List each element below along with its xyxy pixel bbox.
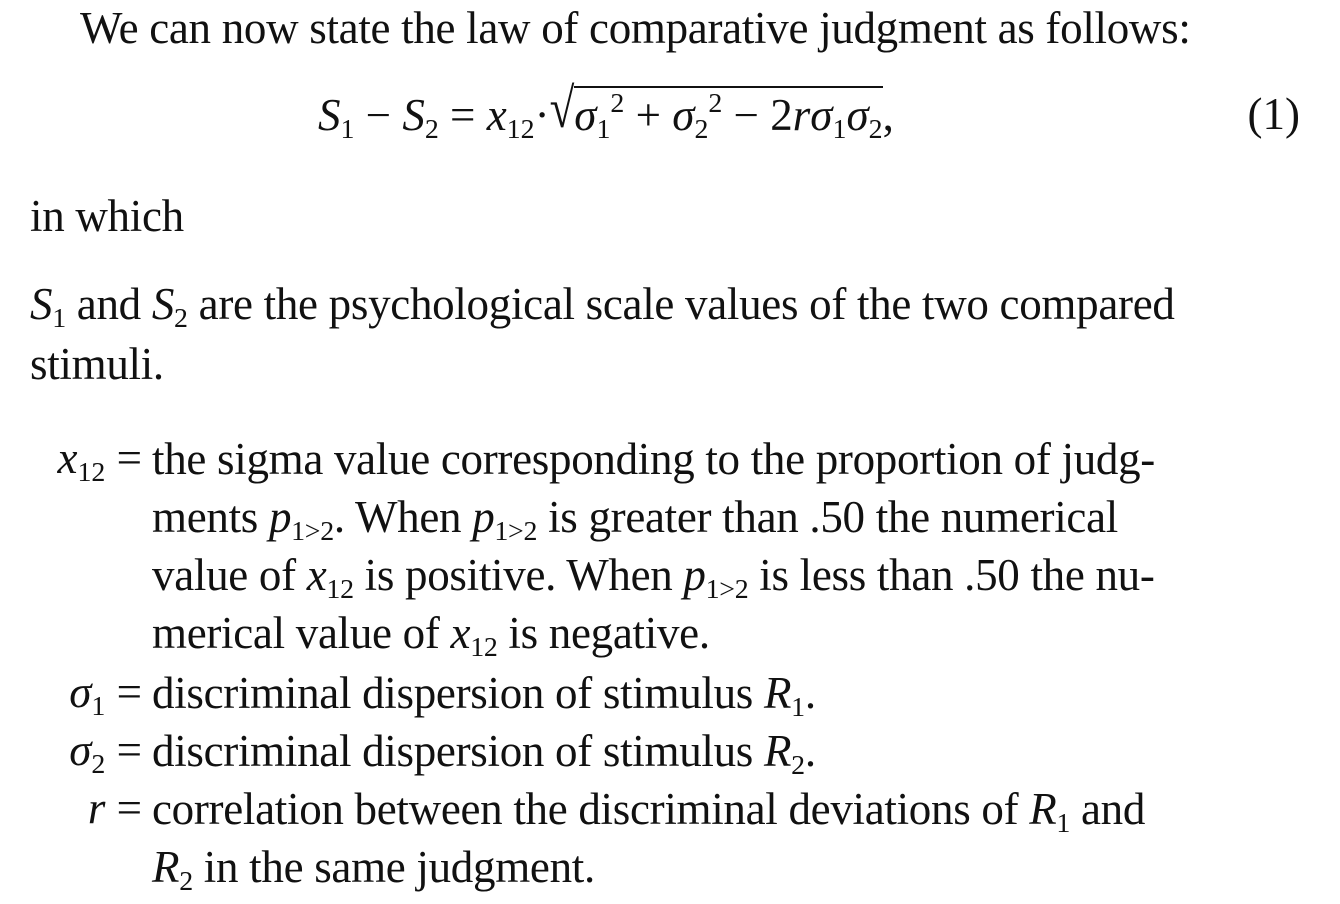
scale-values-line-2: stimuli. [30,336,164,392]
page: We can now state the law of comparative … [0,0,1340,904]
r-line-1: correlation between the discriminal devi… [152,784,1146,839]
definition-term-x12: x12 = [57,433,142,488]
intro-sentence: We can now state the law of comparative … [80,0,1191,56]
x12-line-1: the sigma value corresponding to the pro… [152,434,1155,484]
r-line-2: R2 in the same judgment. [152,842,595,897]
x12-line-2: ments p1>2. When p1>2 is greater than .5… [152,492,1118,547]
scale-values-line-1: S1 and S2 are the psychological scale va… [30,279,1175,334]
equation-radicand: σ12 + σ22 − 2rσ1σ2 [574,86,883,145]
intro-text: We can now state the law of comparative … [80,3,1191,53]
scale-values-text: are the psychological scale values of th… [187,279,1175,329]
equation-expression: S1 − S2 = x12·√σ12 + σ22 − 2rσ1σ2, [318,77,894,145]
square-root-icon: √ [549,76,575,140]
definition-text-r: correlation between the discriminal devi… [152,780,1332,896]
definition-text-sigma1: discriminal dispersion of stimulus R1. [152,668,816,723]
x12-line-4: merical value of x12 is negative. [152,608,710,663]
definition-text-sigma2: discriminal dispersion of stimulus R2. [152,726,816,781]
definition-term-sigma1: σ1 = [69,667,142,722]
in-which-text: in which [30,191,184,241]
scale-values-text-2: stimuli. [30,339,164,389]
definition-term-sigma2: σ2 = [69,725,142,780]
in-which: in which [30,188,184,244]
definition-term-r: r = [87,783,142,833]
equation-1: S1 − S2 = x12·√σ12 + σ22 − 2rσ1σ2, (1) [318,72,1328,152]
equation-number: (1) [1247,89,1300,139]
definition-text-x12: the sigma value corresponding to the pro… [152,430,1332,662]
x12-line-3: value of x12 is positive. When p1>2 is l… [152,550,1155,605]
